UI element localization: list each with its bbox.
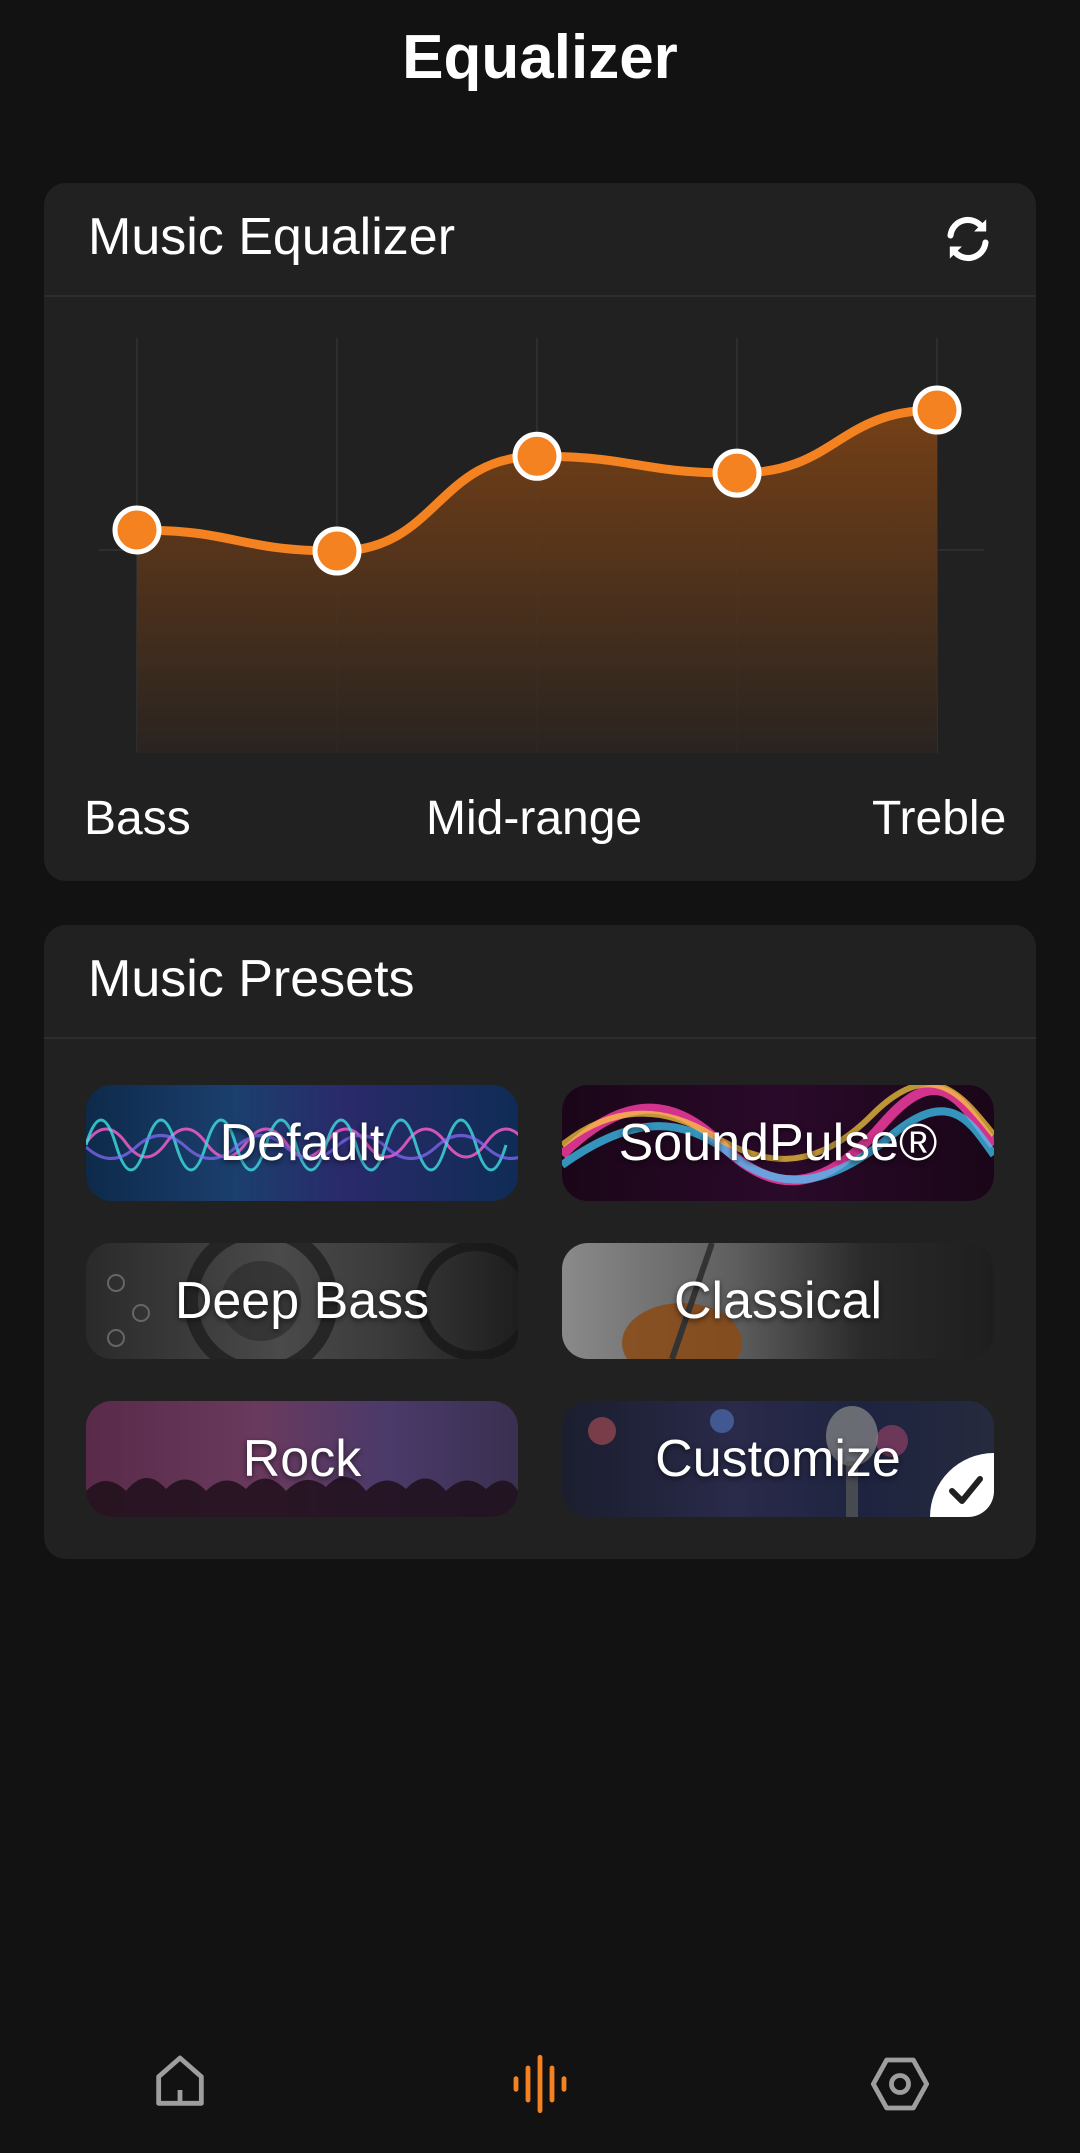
equalizer-icon[interactable] xyxy=(508,2052,572,2116)
eq-band-handle-1[interactable] xyxy=(312,526,362,576)
page-title: Equalizer xyxy=(402,23,678,92)
settings-icon[interactable] xyxy=(868,2052,932,2116)
equalizer-graph xyxy=(99,338,984,753)
eq-band-handle-0[interactable] xyxy=(112,505,162,555)
preset-label: Deep Bass xyxy=(174,1272,430,1330)
preset-default[interactable]: Default xyxy=(86,1085,518,1201)
preset-deep-bass[interactable]: Deep Bass xyxy=(86,1243,518,1359)
preset-soundpulse[interactable]: SoundPulse® xyxy=(562,1085,994,1201)
equalizer-card: Music Equalizer Bass Mid-range Treble xyxy=(44,183,1036,881)
eq-band-handle-3[interactable] xyxy=(712,448,762,498)
preset-label: Rock xyxy=(242,1430,362,1488)
selected-check-badge xyxy=(930,1453,994,1517)
home-icon[interactable] xyxy=(148,2050,212,2114)
eq-band-handle-4[interactable] xyxy=(912,385,962,435)
band-label-bass: Bass xyxy=(84,792,191,845)
preset-classical[interactable]: Classical xyxy=(562,1243,994,1359)
presets-card-header: Music Presets xyxy=(44,925,1036,1039)
preset-customize[interactable]: Customize xyxy=(562,1401,994,1517)
band-label-treble: Treble xyxy=(872,792,1007,845)
preset-label: Classical xyxy=(673,1272,883,1330)
preset-label: SoundPulse® xyxy=(618,1114,938,1172)
preset-rock[interactable]: Rock xyxy=(86,1401,518,1517)
preset-label: Default xyxy=(219,1114,385,1172)
presets-card: Music Presets Default SoundPulse® Deep B… xyxy=(44,925,1036,1559)
band-label-mid: Mid-range xyxy=(426,792,643,845)
check-icon xyxy=(949,1476,983,1504)
eq-band-handle-2[interactable] xyxy=(512,431,562,481)
presets-card-title: Music Presets xyxy=(88,950,415,1008)
